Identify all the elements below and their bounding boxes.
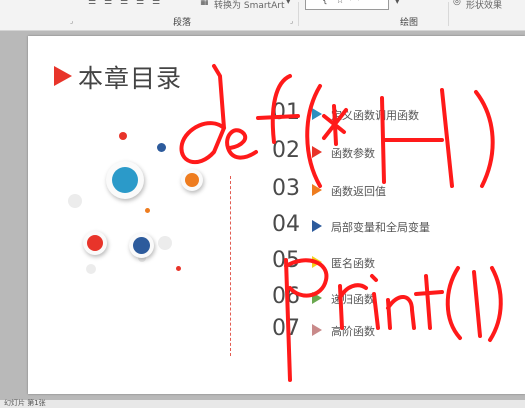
ink-stroke-paren-open [305,84,322,188]
separator [448,2,449,26]
status-bar: 幻灯片 第1张 [0,399,525,408]
ink-stroke-paren-open-2 [445,266,462,340]
arc-shape-icon[interactable]: ⌒ [350,0,359,9]
ink-stroke-n [386,295,416,330]
shape-effects-icon[interactable]: ◎ [453,0,461,7]
align-left-icon[interactable]: ☰ [88,0,96,7]
ink-stroke-paren-close [474,90,495,188]
ink-stroke-one [472,270,482,338]
brace-shape-icon[interactable]: { [322,0,328,6]
align-center-icon[interactable]: ☰ [104,0,112,7]
ink-stroke-i [370,274,380,330]
separator [298,2,299,26]
ink-stroke-paren-close-2 [488,266,503,342]
ink-stroke-f [256,74,300,144]
justify-icon[interactable]: ☰ [136,0,144,7]
ink-stroke-h [380,88,454,188]
font-dialog-launcher-icon[interactable]: ⌟ [70,17,73,25]
shape-effects-button[interactable]: 形状效果 [466,0,502,11]
gallery-more-icon[interactable]: ▾ [395,0,400,7]
align-right-icon[interactable]: ☰ [120,0,128,7]
ink-stroke-r [338,283,368,330]
star-shape-icon[interactable]: ☆ [336,0,344,6]
ribbon: ☰ ☰ ☰ ☰ ☰ ▦ 转换为 SmartArt ▾ { ☆ ⌒ ▾ ◎ 形状效… [0,0,525,31]
ink-stroke-e [225,128,258,160]
paragraph-group-label: 段落 [173,18,192,28]
ink-stroke-p [284,258,329,382]
status-slide-info: 幻灯片 第1张 [4,399,46,407]
watermark: https://blog.csdn.net/u011883279 [371,380,519,391]
shapes-gallery[interactable] [305,0,389,10]
smartart-icon[interactable]: ▦ [200,0,209,7]
distribute-icon[interactable]: ☰ [152,0,160,7]
slide-canvas[interactable]: 本章目录 01 定义函数调用函数 02 函数参数 03 函数返回值 04 局部变量和全局变量 0… [28,36,525,394]
ink-stroke-t [414,274,444,330]
paragraph-dialog-launcher-icon[interactable]: ⌟ [290,17,293,25]
convert-smartart-button[interactable]: 转换为 SmartArt [214,0,284,11]
dropdown-arrow-icon[interactable]: ▾ [286,0,291,7]
ink-stroke-d [179,64,226,164]
drawing-group-label: 绘图 [400,18,419,28]
handwriting-ink-overlay[interactable] [28,36,525,394]
ink-stroke-star [322,104,348,146]
